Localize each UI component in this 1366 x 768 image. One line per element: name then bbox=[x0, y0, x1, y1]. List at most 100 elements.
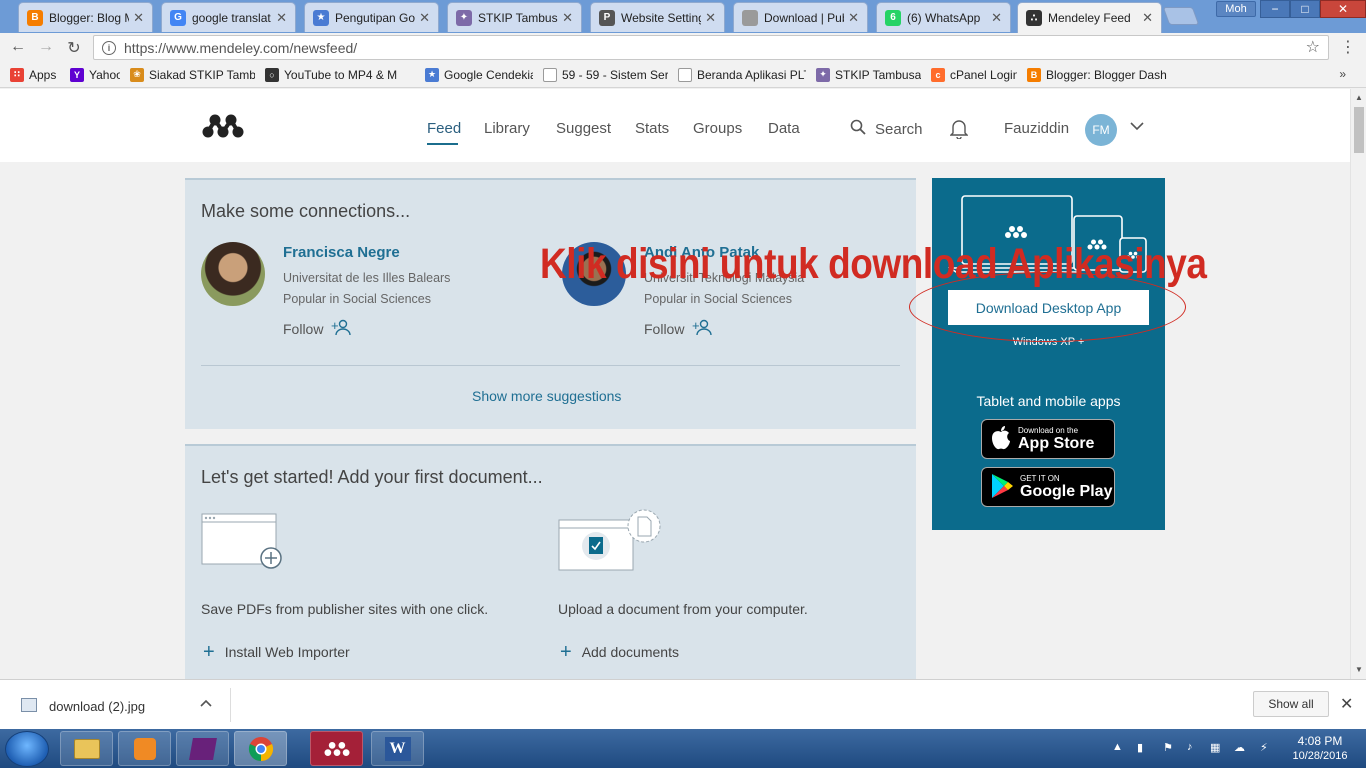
back-arrow-icon[interactable]: ← bbox=[8, 38, 28, 56]
close-icon[interactable]: ✕ bbox=[1340, 694, 1353, 714]
person-name[interactable]: Francisca Negre bbox=[283, 244, 400, 261]
network-signal-icon[interactable]: ▦ bbox=[1210, 741, 1220, 754]
clock-date[interactable]: 10/28/2016 bbox=[1280, 750, 1360, 762]
bookmark-item[interactable]: ○ YouTube to MP4 & M bbox=[265, 67, 415, 82]
close-icon[interactable]: ✕ bbox=[848, 10, 859, 26]
bookmark-item[interactable]: Beranda Aplikasi PLTI bbox=[678, 67, 806, 82]
word-taskbar-icon[interactable]: W bbox=[371, 731, 424, 766]
url-text[interactable]: https://www.mendeley.com/newsfeed/ bbox=[124, 40, 357, 56]
browser-tab[interactable]: ★ Pengutipan Go ✕ bbox=[304, 2, 439, 32]
nav-groups[interactable]: Groups bbox=[693, 120, 742, 137]
mendeley-logo-icon[interactable] bbox=[200, 113, 246, 142]
get-started-title: Let's get started! Add your first docume… bbox=[201, 467, 543, 487]
profile-button[interactable]: Moh bbox=[1216, 1, 1256, 17]
browser-menu-icon[interactable]: ⋮ bbox=[1340, 37, 1356, 57]
follow-button[interactable]: Follow + bbox=[283, 318, 352, 339]
chevron-up-icon[interactable] bbox=[200, 696, 212, 710]
address-bar[interactable]: i https://www.mendeley.com/newsfeed/ ☆ bbox=[93, 35, 1329, 60]
bookmark-item[interactable]: 59 - 59 - Sistem Serti bbox=[543, 67, 668, 82]
window-close-button[interactable]: ✕ bbox=[1320, 0, 1366, 18]
bookmark-item[interactable]: ∷ Apps bbox=[10, 67, 60, 82]
search-button[interactable]: Search bbox=[850, 119, 923, 139]
cloud-sync-icon[interactable]: ☁ bbox=[1234, 741, 1245, 754]
power-icon[interactable]: ⚡ bbox=[1260, 741, 1268, 754]
file-explorer-taskbar-icon[interactable] bbox=[60, 731, 113, 766]
media-player-taskbar-icon[interactable] bbox=[118, 731, 171, 766]
show-more-suggestions-link[interactable]: Show more suggestions bbox=[472, 388, 621, 404]
site-info-icon[interactable]: i bbox=[102, 40, 116, 55]
close-icon[interactable]: ✕ bbox=[562, 10, 573, 26]
close-icon[interactable]: ✕ bbox=[419, 10, 430, 26]
bookmark-item[interactable]: c cPanel Login bbox=[931, 67, 1017, 82]
mendeley-desktop-taskbar-icon[interactable] bbox=[310, 731, 363, 766]
chrome-taskbar-icon[interactable] bbox=[234, 731, 287, 766]
browser-tab[interactable]: P Website Setting ✕ bbox=[590, 2, 725, 32]
tab-title: Pengutipan Go bbox=[335, 10, 416, 25]
upload-document-illustration-icon bbox=[558, 506, 664, 579]
mendeley-header: Feed Library Suggest Stats Groups Data S… bbox=[0, 89, 1350, 162]
browser-tab[interactable]: ✦ STKIP Tambusa ✕ bbox=[447, 2, 582, 32]
nav-suggest[interactable]: Suggest bbox=[556, 120, 611, 137]
bookmark-item[interactable]: ★ Google Cendekia bbox=[425, 67, 533, 82]
close-icon[interactable]: ✕ bbox=[276, 10, 287, 26]
bookmark-item[interactable]: ❀ Siakad STKIP Tambusa bbox=[130, 67, 255, 82]
scroll-down-icon[interactable]: ▼ bbox=[1355, 665, 1363, 674]
username[interactable]: Fauziddin bbox=[1004, 120, 1069, 137]
add-documents-button[interactable]: + Add documents bbox=[560, 642, 679, 662]
close-icon[interactable]: ✕ bbox=[133, 10, 144, 26]
person-popularity: Popular in Social Sciences bbox=[644, 292, 792, 306]
nav-data[interactable]: Data bbox=[768, 120, 800, 137]
avatar[interactable]: FM bbox=[1085, 114, 1117, 146]
nav-stats[interactable]: Stats bbox=[635, 120, 669, 137]
bookmark-item[interactable]: B Blogger: Blogger Dash bbox=[1027, 67, 1167, 82]
person-institution: Universitat de les Illes Balears bbox=[283, 271, 451, 285]
downloaded-file-name[interactable]: download (2).jpg bbox=[49, 699, 145, 714]
google-play-badge[interactable]: GET IT ON Google Play bbox=[981, 467, 1115, 507]
nav-feed[interactable]: Feed bbox=[427, 120, 461, 137]
add-documents-label: Add documents bbox=[581, 644, 679, 660]
new-tab-button[interactable] bbox=[1162, 7, 1200, 25]
follow-button[interactable]: Follow + bbox=[644, 318, 713, 339]
maximize-button[interactable]: □ bbox=[1290, 0, 1320, 18]
app-store-badge[interactable]: Download on the App Store bbox=[981, 419, 1115, 459]
action-center-flag-icon[interactable]: ⚑ bbox=[1163, 741, 1173, 754]
person-photo[interactable] bbox=[201, 242, 265, 306]
minimize-button[interactable]: − bbox=[1260, 0, 1290, 18]
browser-tab[interactable]: ∴ Mendeley Feed ✕ bbox=[1017, 2, 1162, 33]
browser-tab[interactable]: B Blogger: Blog M ✕ bbox=[18, 2, 153, 32]
bookmarks-overflow-icon[interactable]: » bbox=[1339, 67, 1346, 81]
show-all-downloads-button[interactable]: Show all bbox=[1253, 691, 1329, 717]
page-scrollbar[interactable]: ▲ ▼ bbox=[1350, 89, 1366, 679]
close-icon[interactable]: ✕ bbox=[1142, 10, 1153, 26]
bookmark-item[interactable]: ✦ STKIP Tambusai bbox=[816, 67, 921, 82]
browser-tab[interactable]: 6 (6) WhatsApp ✕ bbox=[876, 2, 1011, 32]
cpanel-icon: c bbox=[931, 67, 945, 82]
visual-studio-taskbar-icon[interactable] bbox=[176, 731, 229, 766]
tab-title: Mendeley Feed bbox=[1048, 11, 1131, 25]
divider bbox=[201, 365, 900, 366]
bookmark-star-icon[interactable]: ☆ bbox=[1306, 37, 1320, 57]
nav-library[interactable]: Library bbox=[484, 120, 530, 137]
browser-tab[interactable]: Ggoogle translat ✕ bbox=[161, 2, 296, 32]
scroll-thumb[interactable] bbox=[1354, 107, 1364, 153]
clock-time[interactable]: 4:08 PM bbox=[1290, 734, 1350, 748]
blogger-icon: B bbox=[1027, 67, 1041, 82]
reload-icon[interactable]: ↻ bbox=[64, 38, 84, 58]
image-file-icon[interactable] bbox=[21, 698, 37, 712]
install-web-importer-button[interactable]: + Install Web Importer bbox=[203, 642, 350, 662]
close-icon[interactable]: ✕ bbox=[991, 10, 1002, 26]
volume-icon[interactable]: ♪ bbox=[1187, 741, 1193, 753]
forward-arrow-icon[interactable]: → bbox=[36, 38, 56, 56]
start-button[interactable] bbox=[5, 731, 49, 767]
close-icon[interactable]: ✕ bbox=[705, 10, 716, 26]
stkip-icon: ✦ bbox=[816, 67, 830, 82]
chevron-down-icon[interactable] bbox=[1130, 120, 1144, 134]
notifications-bell-icon[interactable] bbox=[949, 119, 969, 142]
browser-tab[interactable]: Download | Pub ✕ bbox=[733, 2, 868, 32]
bookmark-label: Yahoo bbox=[89, 67, 120, 82]
scroll-up-icon[interactable]: ▲ bbox=[1355, 93, 1363, 102]
device-icon[interactable]: ▮ bbox=[1137, 741, 1143, 754]
bookmark-item[interactable]: Y Yahoo bbox=[70, 67, 120, 82]
tab-title: Website Setting bbox=[621, 10, 702, 25]
show-hidden-icons-icon[interactable]: ▲ bbox=[1112, 741, 1123, 753]
